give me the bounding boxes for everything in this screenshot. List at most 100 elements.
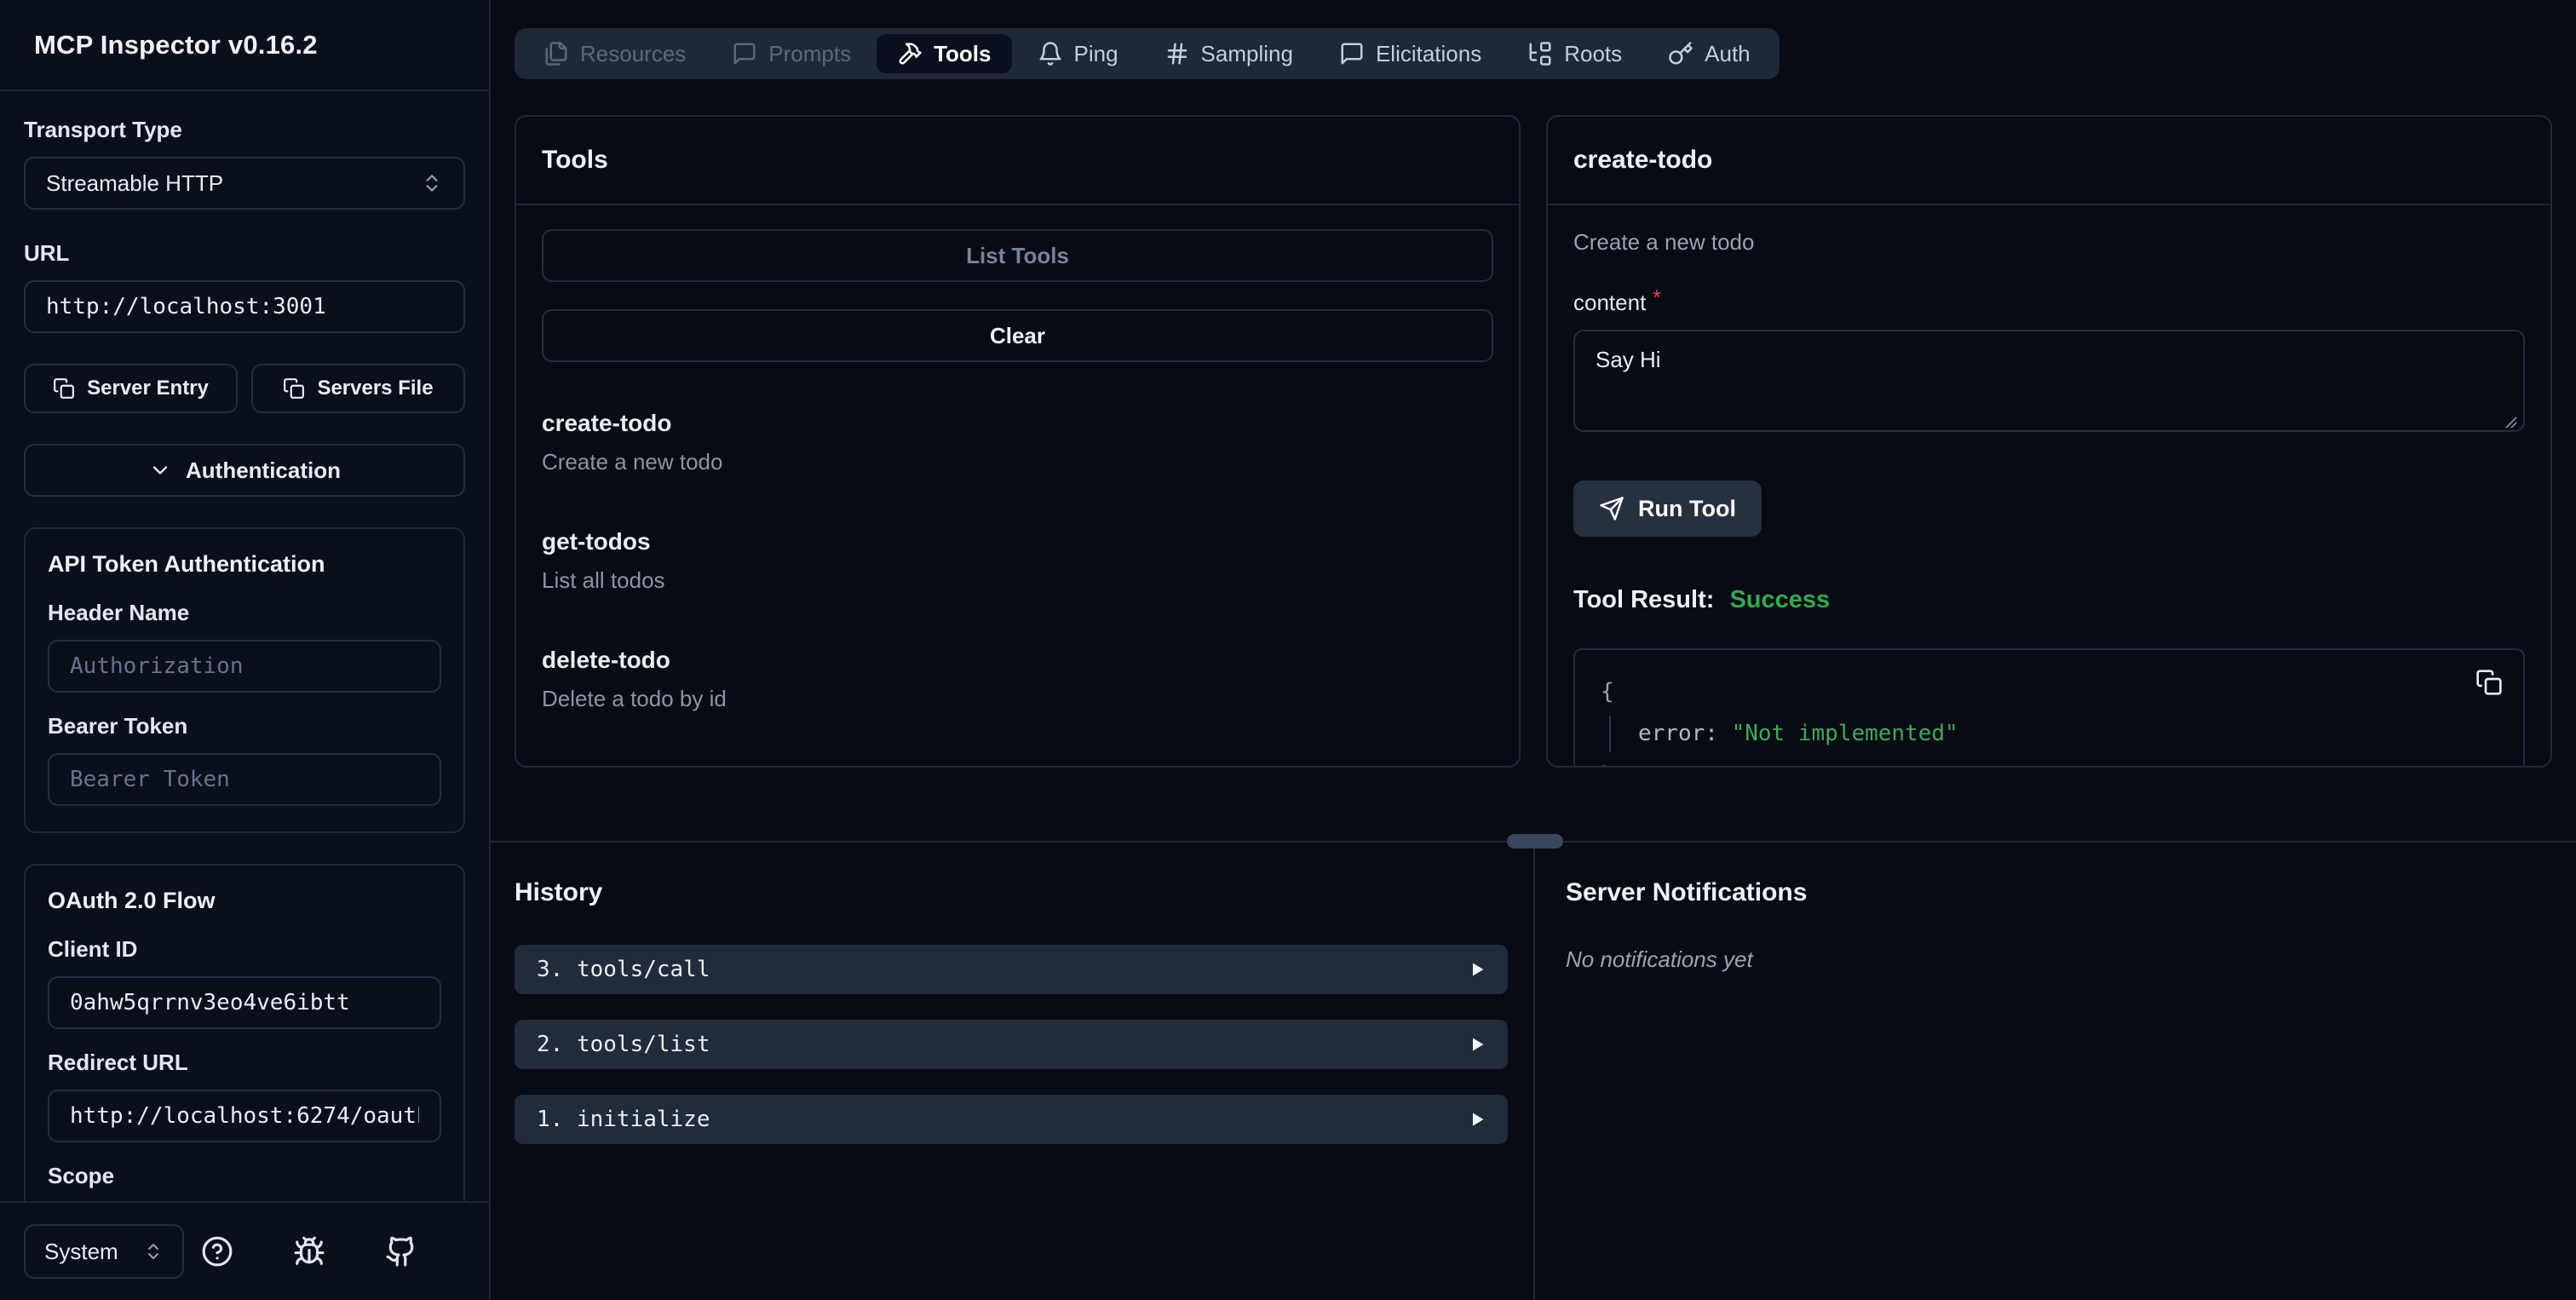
tab-tools[interactable]: Tools: [877, 34, 1012, 73]
redirect-url-label: Redirect URL: [48, 1050, 188, 1075]
api-token-title: API Token Authentication: [48, 551, 325, 577]
chevrons-up-down-icon: [143, 1241, 164, 1262]
history-title: History: [515, 878, 603, 906]
tool-name: create-todo: [542, 410, 672, 436]
header-name-input[interactable]: [70, 653, 419, 679]
resize-grip-icon[interactable]: [2503, 414, 2518, 429]
github-icon: [385, 1235, 417, 1268]
history-row[interactable]: 3. tools/call: [515, 945, 1508, 994]
history-list: 3. tools/call 2. tools/list 1. initializ…: [515, 945, 1508, 1144]
theme-select[interactable]: System: [24, 1224, 184, 1279]
tools-panel-title: Tools: [542, 146, 608, 174]
authentication-toggle[interactable]: Authentication: [24, 444, 465, 497]
clear-button[interactable]: Clear: [542, 309, 1493, 362]
tab-prompts[interactable]: Prompts: [711, 34, 871, 73]
send-icon: [1599, 496, 1624, 521]
tool-result-status: Success: [1729, 586, 1831, 613]
copy-result-button[interactable]: [2475, 669, 2503, 696]
tab-resources-label: Resources: [580, 40, 687, 66]
bug-icon: [293, 1235, 325, 1268]
bearer-token-input[interactable]: [70, 767, 419, 792]
run-tool-button[interactable]: Run Tool: [1573, 480, 1762, 537]
play-icon: [1469, 1111, 1486, 1128]
tab-sampling-label: Sampling: [1200, 40, 1293, 66]
tab-elicitations[interactable]: Elicitations: [1319, 34, 1502, 73]
panel-resize-handle[interactable]: [1507, 834, 1563, 848]
message-square-icon: [732, 41, 757, 66]
content-field[interactable]: Say Hi: [1573, 330, 2525, 432]
required-asterisk: *: [1653, 286, 1661, 309]
tab-tools-label: Tools: [934, 40, 992, 66]
tool-description: Delete a todo by id: [542, 686, 727, 711]
play-icon: [1469, 1036, 1486, 1053]
folder-tree-icon: [1527, 41, 1553, 66]
hash-icon: [1164, 41, 1190, 66]
list-tools-button[interactable]: List Tools: [542, 229, 1493, 282]
url-input-wrap: [24, 280, 465, 333]
tab-sampling[interactable]: Sampling: [1144, 34, 1314, 73]
sidebar-footer: System: [0, 1201, 489, 1300]
tab-auth[interactable]: Auth: [1647, 34, 1771, 73]
servers-file-label: Servers File: [317, 377, 434, 400]
help-button[interactable]: [201, 1235, 233, 1268]
tab-roots[interactable]: Roots: [1507, 34, 1642, 73]
tab-elicitations-label: Elicitations: [1375, 40, 1482, 66]
tool-name: delete-todo: [542, 647, 670, 673]
chevrons-up-down-icon: [421, 172, 443, 194]
tool-list-item[interactable]: get-todos List all todos: [542, 528, 1493, 594]
tab-ping[interactable]: Ping: [1017, 34, 1139, 73]
sidebar-header: MCP Inspector v0.16.2: [0, 0, 489, 91]
tool-description: List all todos: [542, 567, 665, 593]
history-row[interactable]: 1. initialize: [515, 1095, 1508, 1144]
redirect-url-input-wrap: [48, 1090, 441, 1142]
tool-name: get-todos: [542, 528, 651, 555]
servers-file-button[interactable]: Servers File: [251, 364, 465, 413]
play-icon: [1469, 961, 1486, 978]
copy-icon: [283, 377, 305, 400]
history-row[interactable]: 2. tools/list: [515, 1020, 1508, 1069]
tab-roots-label: Roots: [1564, 40, 1623, 66]
notifications-empty-text: No notifications yet: [1566, 946, 1753, 972]
chevron-down-icon: [148, 458, 172, 482]
run-tool-label: Run Tool: [1638, 495, 1736, 521]
server-entry-label: Server Entry: [87, 377, 209, 400]
oauth-title: OAuth 2.0 Flow: [48, 888, 216, 913]
client-id-input-wrap: [48, 976, 441, 1029]
sidebar-body: Transport Type Streamable HTTP URL Serve…: [0, 91, 489, 1201]
tool-list-item[interactable]: delete-todo Delete a todo by id: [542, 647, 1493, 712]
bearer-token-input-wrap: [48, 753, 441, 806]
content-field-label: content: [1573, 290, 1647, 315]
tools-panel-body: List Tools Clear create-todo Create a ne…: [516, 205, 1519, 766]
message-square-icon: [1339, 41, 1365, 66]
key-icon: [1668, 41, 1693, 66]
tab-auth-label: Auth: [1705, 40, 1751, 66]
code-error-line: error: "Not implemented": [1609, 715, 2498, 752]
tab-resources[interactable]: Resources: [523, 34, 706, 73]
hammer-icon: [897, 41, 923, 66]
panels-row: Tools List Tools Clear create-todo Creat…: [491, 79, 2576, 768]
server-notifications-panel: Server Notifications No notifications ye…: [1535, 843, 2576, 1300]
transport-type-select[interactable]: Streamable HTTP: [24, 157, 465, 210]
tool-detail-title: create-todo: [1573, 146, 1713, 174]
footer-icons: [201, 1235, 417, 1268]
server-notifications-title: Server Notifications: [1566, 878, 1808, 906]
tool-list-item[interactable]: create-todo Create a new todo: [542, 410, 1493, 475]
scope-label: Scope: [48, 1163, 115, 1188]
transport-type-value: Streamable HTTP: [46, 170, 224, 196]
tool-detail-header: create-todo: [1548, 117, 2550, 205]
api-token-card: API Token Authentication Header Name Bea…: [24, 527, 465, 833]
bearer-token-label: Bearer Token: [48, 713, 188, 739]
copy-icon: [2475, 669, 2503, 696]
app-title: MCP Inspector v0.16.2: [34, 29, 318, 60]
tool-list: create-todo Create a new todo get-todos …: [542, 410, 1493, 712]
debug-button[interactable]: [293, 1235, 325, 1268]
server-entry-button[interactable]: Server Entry: [24, 364, 238, 413]
client-id-input[interactable]: [70, 990, 419, 1015]
url-input[interactable]: [46, 294, 443, 319]
history-row-label: 3. tools/call: [537, 957, 710, 982]
github-button[interactable]: [385, 1235, 417, 1268]
redirect-url-input[interactable]: [70, 1103, 419, 1129]
code-string-value: "Not implemented": [1731, 720, 1958, 746]
help-circle-icon: [201, 1235, 233, 1268]
files-icon: [543, 41, 569, 66]
